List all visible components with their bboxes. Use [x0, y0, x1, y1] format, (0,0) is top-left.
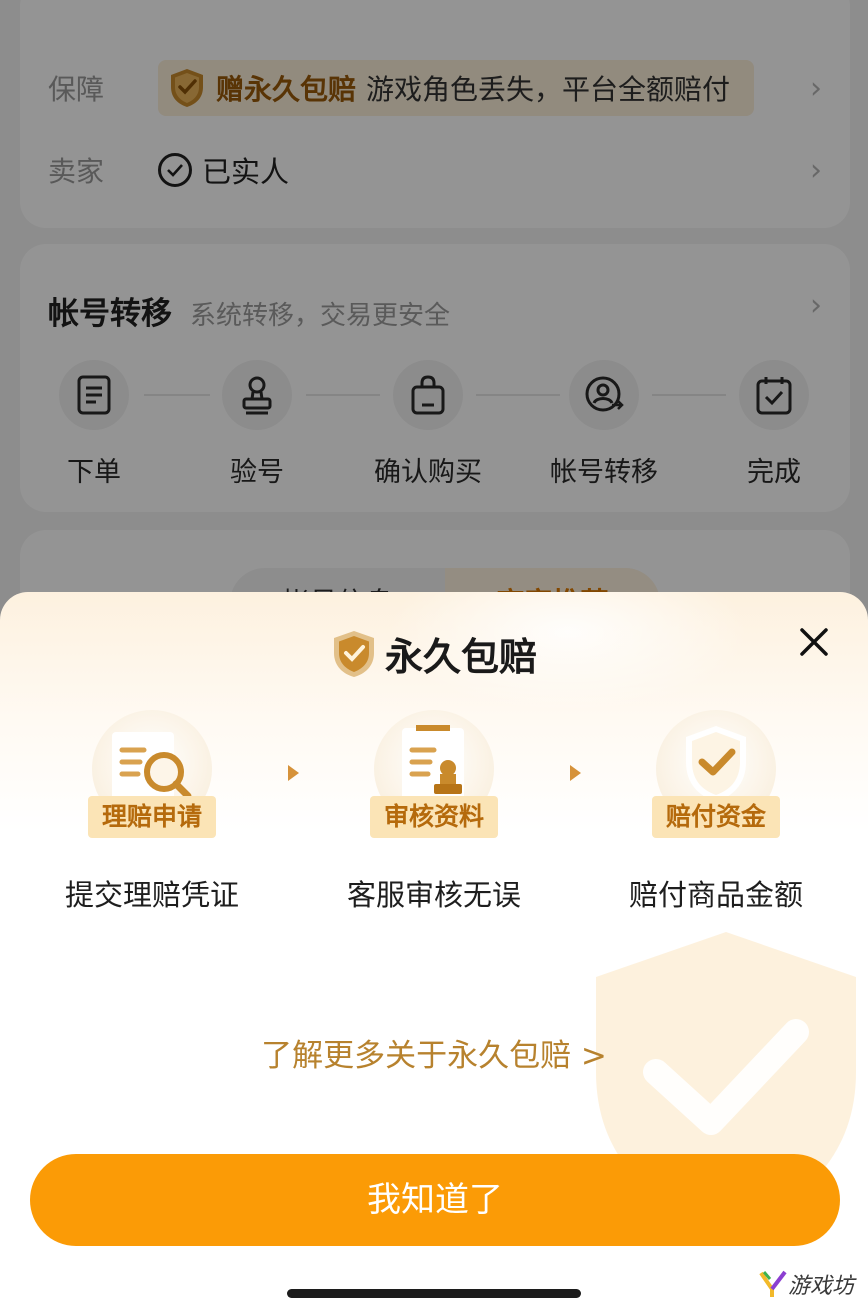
guarantee-bottom-sheet: 永久包赔 理赔申请 提交理赔凭证 审核资料 客服审核无误 赔付资金 赔付商品金额… — [0, 592, 868, 1313]
confirm-button[interactable]: 我知道了 — [30, 1154, 840, 1246]
watermark-logo-icon — [759, 1270, 787, 1297]
watermark-text: 游戏坊 — [787, 1274, 854, 1299]
step-tag: 赔付资金 — [652, 796, 780, 838]
step-tag: 理赔申请 — [88, 796, 216, 838]
step-description: 客服审核无误 — [346, 878, 521, 912]
arrow-right-icon — [570, 765, 581, 781]
sheet-header: 永久包赔 — [0, 626, 868, 681]
arrow-right-icon — [288, 765, 299, 781]
review-step: 审核资料 客服审核无误 — [314, 710, 554, 914]
shield-icon — [333, 630, 374, 677]
step-description: 赔付商品金额 — [628, 878, 803, 912]
payout-step: 赔付资金 赔付商品金额 — [596, 710, 836, 914]
claim-step: 理赔申请 提交理赔凭证 — [32, 710, 272, 914]
sheet-title: 永久包赔 — [384, 635, 537, 679]
learn-more-link[interactable]: 了解更多关于永久包赔 > — [0, 1030, 868, 1075]
watermark: 游戏坊 — [758, 1268, 854, 1300]
close-button[interactable] — [794, 622, 834, 662]
home-indicator — [287, 1289, 581, 1298]
step-description: 提交理赔凭证 — [64, 878, 239, 912]
close-icon — [800, 628, 828, 656]
step-tag: 审核资料 — [370, 796, 498, 838]
